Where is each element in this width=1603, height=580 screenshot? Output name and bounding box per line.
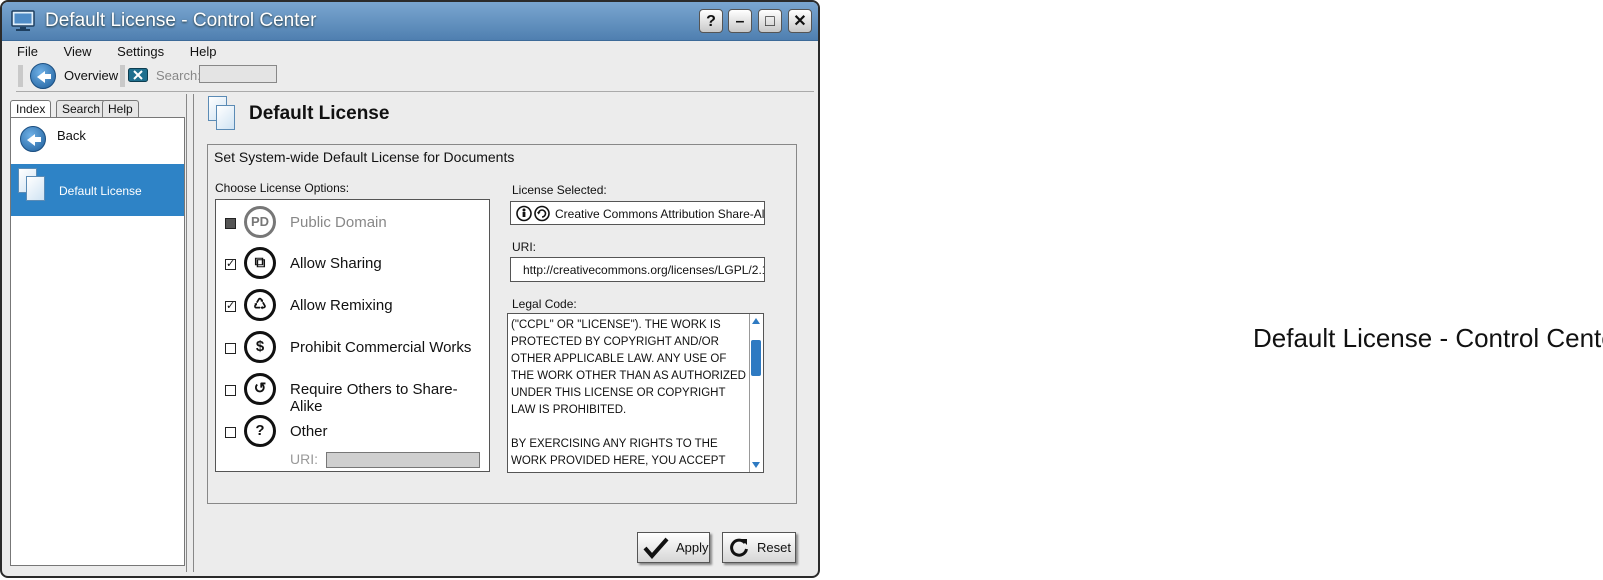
page-title: Default License [249,103,390,124]
reset-button[interactable]: Reset [722,532,796,563]
option-share-alike[interactable]: ↺ Require Others to Share-Alike [216,371,489,415]
apply-button[interactable]: Apply [637,532,710,563]
toolbar-grip[interactable] [18,65,23,87]
sidebar-item-back[interactable]: Back [11,118,184,165]
window-title: Default License - Control Center [45,10,317,31]
question-icon: ? [244,415,276,447]
checkbox[interactable]: ✓ [225,301,236,312]
checkbox[interactable] [225,343,236,354]
option-label: Prohibit Commercial Works [290,339,472,356]
option-label: Allow Remixing [290,297,393,314]
overview-button[interactable]: Overview [64,68,118,83]
other-uri-label: URI: [290,451,318,467]
uri-field[interactable]: http://creativecommons.org/licenses/LGPL… [510,257,765,282]
cc-by-icon [516,205,552,224]
scroll-down-icon[interactable] [752,462,760,468]
scroll-up-icon[interactable] [752,318,760,324]
group-title: Set System-wide Default License for Docu… [214,149,515,165]
sidebar-item-label: Default License [59,184,142,198]
share-icon: ⧉ [244,247,276,279]
sidebar-item-default-license[interactable]: Default License [11,164,184,216]
menu-view[interactable]: View [64,44,92,59]
menu-settings[interactable]: Settings [117,44,164,59]
uri-value: http://creativecommons.org/licenses/LGPL… [523,263,765,277]
window-caption: Default License - Control Center [1253,323,1603,353]
panel-splitter[interactable] [186,94,194,572]
public-domain-icon: PD [244,206,276,238]
uri-label: URI: [512,240,536,254]
option-label: Allow Sharing [290,255,382,272]
maximize-button[interactable]: □ [758,9,782,33]
license-selected-value: Creative Commons Attribution Share-Alike [555,207,765,221]
share-alike-icon: ↺ [244,373,276,405]
checkbox[interactable]: ✓ [225,259,236,270]
legal-code-textarea[interactable]: ("CCPL" OR "LICENSE"). THE WORK IS PROTE… [507,313,764,473]
toolbar-grip[interactable] [120,65,125,87]
options-heading: Choose License Options: [215,181,350,195]
option-allow-remixing[interactable]: ✓ ♺ Allow Remixing [216,287,489,327]
overview-back-icon[interactable] [30,63,56,89]
reset-label: Reset [757,540,791,555]
toolbar: Overview Search: [2,62,817,90]
license-selected-field[interactable]: Creative Commons Attribution Share-Alike [510,201,765,225]
title-bar[interactable]: Default License - Control Center ? – □ ✕ [2,2,818,41]
search-input[interactable] [199,65,277,83]
legal-code-scrollbar[interactable] [749,314,763,472]
tab-help[interactable]: Help [102,100,139,117]
toolbar-separator [16,91,814,92]
option-public-domain[interactable]: PD Public Domain [216,204,489,244]
close-button[interactable]: ✕ [788,9,812,33]
option-label: Other [290,423,328,440]
option-prohibit-commercial[interactable]: $ Prohibit Commercial Works [216,329,489,369]
apply-label: Apply [676,540,709,555]
checkbox[interactable] [225,385,236,396]
menu-file[interactable]: File [17,44,38,59]
other-uri-input[interactable] [326,452,480,468]
license-options-list: PD Public Domain ✓ ⧉ Allow Sharing ✓ ♺ A… [215,199,490,472]
menu-help[interactable]: Help [190,44,217,59]
search-label: Search: [156,68,201,83]
checkbox[interactable] [225,218,236,229]
app-window: Default License - Control Center ? – □ ✕… [0,0,820,578]
non-commercial-icon: $ [244,331,276,363]
monitor-icon [11,10,35,32]
clear-search-icon[interactable] [128,68,148,87]
option-allow-sharing[interactable]: ✓ ⧉ Allow Sharing [216,245,489,285]
option-label: Require Others to Share-Alike [290,381,458,415]
sidebar-item-label: Back [57,128,86,143]
legal-code-label: Legal Code: [512,297,577,311]
option-other[interactable]: ? Other URI: [216,413,489,469]
option-label: Public Domain [290,214,387,231]
tab-search[interactable]: Search [56,100,107,117]
scroll-thumb[interactable] [751,340,761,376]
help-button[interactable]: ? [699,9,723,33]
minimize-button[interactable]: – [728,9,752,33]
license-selected-label: License Selected: [512,183,607,197]
menu-bar: File View Settings Help [17,44,239,59]
sidebar-panel: Back Default License [10,117,185,566]
checkmark-icon [643,537,669,562]
remix-icon: ♺ [244,289,276,321]
reset-icon [728,537,750,562]
legal-code-text: ("CCPL" OR "LICENSE"). THE WORK IS PROTE… [511,319,746,467]
back-arrow-icon [20,126,46,152]
checkbox[interactable] [225,427,236,438]
